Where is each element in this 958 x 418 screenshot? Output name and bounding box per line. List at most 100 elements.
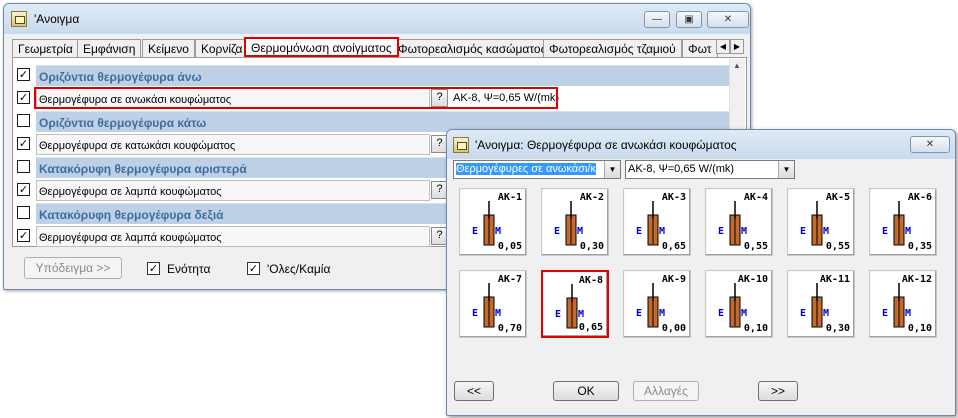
- tile-psi-value: 0,65: [578, 322, 603, 333]
- window-frame-section-icon: [811, 201, 823, 246]
- tile-code: ΑΚ-3: [661, 192, 686, 203]
- window-frame-section-icon: [811, 283, 823, 328]
- unit-label: Ενότητα: [167, 262, 211, 276]
- chevron-down-icon[interactable]: ▼: [778, 161, 794, 178]
- previous-button[interactable]: <<: [454, 381, 494, 401]
- next-button[interactable]: >>: [758, 381, 798, 401]
- tile-code: ΑΚ-9: [661, 274, 686, 285]
- row-checkbox[interactable]: ✓: [17, 137, 30, 150]
- unit-checkbox[interactable]: ✓: [147, 262, 160, 275]
- tile-interior-label: Μ: [741, 226, 748, 237]
- type-select[interactable]: ΑΚ-8, Ψ=0,65 W/(mk) ▼: [625, 160, 795, 179]
- section-checkbox[interactable]: [17, 160, 30, 173]
- window-frame-section-icon: [729, 283, 741, 328]
- thermal-bridge-tile[interactable]: ΑΚ-12 Ε Μ 0,10: [869, 270, 937, 338]
- tab-glass-photorealism[interactable]: Φωτορεαλισμός τζαμιού: [543, 39, 682, 57]
- category-select[interactable]: Θερμογέφυρες σε ανωκάσι/κ ▼: [453, 160, 621, 179]
- tab-opening-insulation[interactable]: Θερμομόνωση ανοίγματος: [244, 37, 399, 57]
- row-checkbox[interactable]: ✓: [17, 183, 30, 196]
- tile-interior-label: Μ: [823, 226, 830, 237]
- tile-code: ΑΚ-7: [497, 274, 522, 285]
- row-checkbox[interactable]: ✓: [17, 229, 30, 242]
- tile-exterior-label: Ε: [800, 308, 807, 319]
- property-value[interactable]: ΑΚ-8, Ψ=0,65 W/(mk): [453, 92, 559, 104]
- section-checkbox[interactable]: ✓: [17, 68, 30, 81]
- main-titlebar[interactable]: 'Ανοιγμα — ▣ ✕: [4, 4, 750, 34]
- all-none-checkbox[interactable]: ✓: [247, 262, 260, 275]
- dialog-titlebar[interactable]: 'Ανοιγμα: Θερμογέφυρα σε ανωκάσι κουφώμα…: [447, 130, 955, 159]
- window-app-icon: [11, 11, 27, 27]
- tile-exterior-label: Ε: [555, 309, 562, 320]
- thermal-bridge-tile[interactable]: ΑΚ-10 Ε Μ 0,10: [705, 270, 773, 338]
- tile-exterior-label: Ε: [636, 308, 643, 319]
- tab-appearance[interactable]: Εμφάνιση: [77, 39, 142, 57]
- tile-psi-value: 0,30: [825, 323, 850, 334]
- thermal-bridge-tile[interactable]: ΑΚ-9 Ε Μ 0,00: [623, 270, 691, 338]
- section-checkbox[interactable]: [17, 114, 30, 127]
- tile-exterior-label: Ε: [718, 308, 725, 319]
- thermal-bridge-tile[interactable]: ΑΚ-4 Ε Μ 0,55: [705, 188, 773, 256]
- property-row: ✓ Θερμογέφυρα σε ανωκάσι κουφώματος ? ΑΚ…: [13, 87, 729, 110]
- tile-interior-label: Μ: [495, 308, 502, 319]
- tile-psi-value: 0,55: [825, 241, 850, 252]
- tile-code: ΑΚ-6: [907, 192, 932, 203]
- section-header-top: ✓ Οριζόντια θερμογέφυρα άνω: [13, 64, 729, 87]
- window-frame-section-icon: [483, 283, 495, 328]
- close-icon: ✕: [925, 139, 935, 150]
- maximize-button[interactable]: ▣: [676, 11, 702, 28]
- tab-text[interactable]: Κείμενο: [142, 39, 195, 57]
- window-frame-section-icon: [729, 201, 741, 246]
- sample-button[interactable]: Υπόδειγμα >>: [24, 257, 122, 279]
- tab-scroll-right-button[interactable]: ▶: [730, 39, 744, 54]
- thermal-bridge-tile[interactable]: ΑΚ-1 Ε Μ 0,05: [459, 188, 527, 256]
- window-frame-section-icon: [483, 201, 495, 246]
- tile-interior-label: Μ: [905, 308, 912, 319]
- thermal-bridge-tile[interactable]: ΑΚ-11 Ε Μ 0,30: [787, 270, 855, 338]
- thermal-bridge-tile[interactable]: ΑΚ-6 Ε Μ 0,35: [869, 188, 937, 256]
- window-frame-section-icon: [647, 201, 659, 246]
- changes-button[interactable]: Αλλαγές: [633, 381, 699, 401]
- dialog-close-button[interactable]: ✕: [910, 136, 950, 153]
- thermal-bridge-tile[interactable]: ΑΚ-2 Ε Μ 0,30: [541, 188, 609, 256]
- tile-interior-label: Μ: [741, 308, 748, 319]
- tile-exterior-label: Ε: [882, 308, 889, 319]
- minimize-button[interactable]: —: [644, 11, 670, 28]
- tab-geometry[interactable]: Γεωμετρία: [12, 39, 79, 57]
- tile-code: ΑΚ-8: [578, 275, 603, 286]
- tile-exterior-label: Ε: [636, 226, 643, 237]
- row-checkbox[interactable]: ✓: [17, 91, 30, 104]
- tile-psi-value: 0,55: [743, 241, 768, 252]
- tab-frame[interactable]: Κορνίζα: [195, 39, 249, 57]
- tile-interior-label: Μ: [905, 226, 912, 237]
- tile-code: ΑΚ-5: [825, 192, 850, 203]
- tile-psi-value: 0,05: [497, 241, 522, 252]
- tile-psi-value: 0,35: [907, 241, 932, 252]
- property-label: Θερμογέφυρα σε ανωκάσι κουφώματος: [36, 88, 430, 109]
- tile-code: ΑΚ-4: [743, 192, 768, 203]
- tab-photo-truncated[interactable]: Φωτ: [682, 39, 718, 57]
- thermal-bridge-tile[interactable]: ΑΚ-8 Ε Μ 0,65: [541, 270, 609, 338]
- tab-frame-photorealism[interactable]: Φωτορεαλισμός κασώματος: [392, 39, 553, 57]
- tab-scroll-left-button[interactable]: ◀: [716, 39, 730, 54]
- ok-button[interactable]: OK: [553, 381, 619, 401]
- all-none-label: 'Ολες/Καμία: [267, 262, 331, 276]
- dialog-app-icon: [453, 137, 469, 153]
- tile-psi-value: 0,00: [661, 323, 686, 334]
- chevron-down-icon[interactable]: ▼: [604, 161, 620, 178]
- tile-interior-label: Μ: [578, 309, 585, 320]
- tile-interior-label: Μ: [659, 226, 666, 237]
- thermal-bridge-dialog: 'Ανοιγμα: Θερμογέφυρα σε ανωκάσι κουφώμα…: [446, 129, 956, 416]
- tile-psi-value: 0,10: [907, 323, 932, 334]
- help-button[interactable]: ?: [431, 89, 448, 107]
- tile-interior-label: Μ: [577, 226, 584, 237]
- maximize-icon: ▣: [684, 14, 694, 25]
- tile-psi-value: 0,70: [497, 323, 522, 334]
- thermal-bridge-tile[interactable]: ΑΚ-3 Ε Μ 0,65: [623, 188, 691, 256]
- thermal-bridge-tile[interactable]: ΑΚ-5 Ε Μ 0,55: [787, 188, 855, 256]
- close-button[interactable]: ✕: [707, 11, 749, 28]
- chevron-left-icon: ◀: [719, 42, 727, 51]
- tile-exterior-label: Ε: [472, 226, 479, 237]
- thermal-bridge-tile[interactable]: ΑΚ-7 Ε Μ 0,70: [459, 270, 527, 338]
- tile-exterior-label: Ε: [718, 226, 725, 237]
- section-checkbox[interactable]: [17, 206, 30, 219]
